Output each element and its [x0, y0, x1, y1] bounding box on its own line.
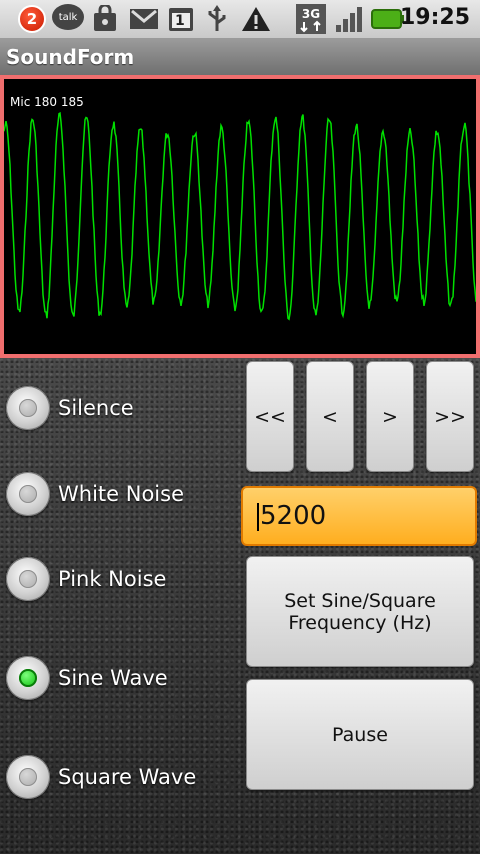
frequency-value: 5200 — [260, 501, 327, 531]
step-back-button[interactable]: < — [306, 361, 354, 472]
scope-label: Mic 180 185 — [10, 95, 84, 109]
waveform-trace — [4, 111, 476, 321]
radio-square-wave[interactable]: Square Wave — [6, 753, 196, 801]
radio-button[interactable] — [6, 755, 50, 799]
radio-label: Square Wave — [58, 765, 197, 789]
pause-button[interactable]: Pause — [246, 679, 474, 790]
warning-icon[interactable] — [240, 4, 272, 34]
usb-icon[interactable] — [202, 4, 232, 34]
clock-time: 19:25 — [399, 5, 470, 30]
calendar-icon[interactable]: 1 — [166, 4, 196, 34]
radio-button[interactable] — [6, 472, 50, 516]
radio-button[interactable] — [6, 557, 50, 601]
talk-icon[interactable]: talk — [52, 4, 84, 30]
radio-pink-noise[interactable]: Pink Noise — [6, 555, 166, 603]
oscilloscope-display: Mic 180 185 — [0, 75, 480, 358]
signal-icon — [333, 4, 367, 34]
set-frequency-button[interactable]: Set Sine/Square Frequency (Hz) — [246, 556, 474, 667]
status-bar: 2 talk 1 3G 19:25 — [0, 0, 480, 39]
radio-label: White Noise — [58, 482, 184, 506]
step-fast-forward-button[interactable]: >> — [426, 361, 474, 472]
radio-silence[interactable]: Silence — [6, 384, 134, 432]
frequency-input[interactable]: 5200 — [241, 486, 477, 546]
step-forward-button[interactable]: > — [366, 361, 414, 472]
3g-icon: 3G — [295, 4, 327, 34]
radio-button[interactable] — [6, 386, 50, 430]
network-type-label: 3G — [302, 7, 320, 21]
step-fast-back-button[interactable]: << — [246, 361, 294, 472]
radio-label: Pink Noise — [58, 567, 167, 591]
radio-sine-wave[interactable]: Sine Wave — [6, 654, 168, 702]
radio-label: Sine Wave — [58, 666, 168, 690]
text-cursor — [257, 502, 259, 531]
gmail-icon[interactable] — [128, 4, 160, 34]
calendar-day-text: 1 — [175, 13, 185, 29]
radio-button[interactable] — [6, 656, 50, 700]
radio-label: Silence — [58, 396, 134, 420]
notification-badge-icon[interactable]: 2 — [18, 5, 46, 33]
shopping-bag-icon[interactable] — [90, 4, 120, 34]
radio-white-noise[interactable]: White Noise — [6, 470, 184, 518]
app-title: SoundForm — [0, 39, 480, 75]
